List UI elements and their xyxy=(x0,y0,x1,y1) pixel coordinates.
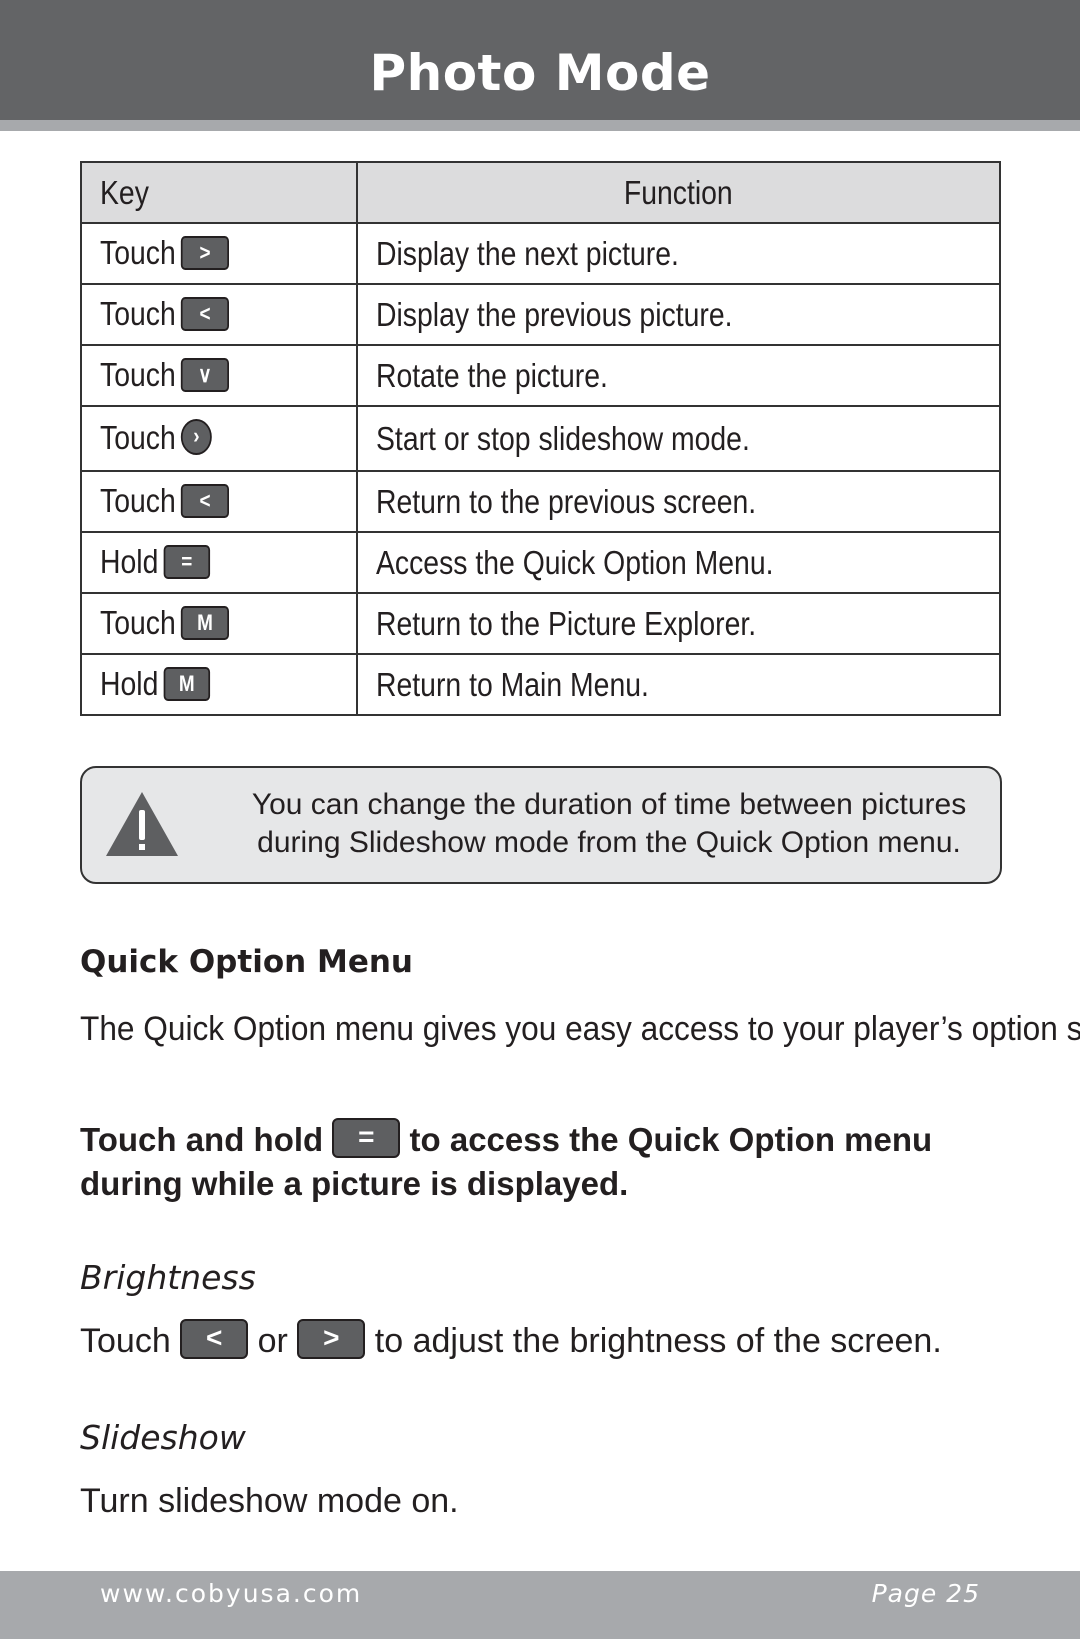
table-row: Touch ∨ Rotate the picture. xyxy=(80,344,1001,407)
menu-key-icon: = xyxy=(163,544,210,579)
function-cell: Access the Quick Option Menu. xyxy=(356,531,1001,594)
page-header: Photo Mode xyxy=(0,0,1080,120)
quick-option-intro: The Quick Option menu gives you easy acc… xyxy=(80,1010,1080,1048)
key-cell: Touch < xyxy=(80,283,358,346)
footer-url: www.cobyusa.com xyxy=(100,1579,363,1608)
brightness-text: Touch < or > to adjust the brightness of… xyxy=(80,1319,1060,1363)
table-row: Hold M Return to Main Menu. xyxy=(80,653,1001,716)
note-text: You can change the duration of time betw… xyxy=(251,788,967,859)
table-row: Hold = Access the Quick Option Menu. xyxy=(80,531,1001,594)
column-header-key: Key xyxy=(80,161,358,224)
page-footer: www.cobyusa.com Page 25 xyxy=(0,1571,1080,1639)
right-arrow-key-icon: > xyxy=(297,1319,366,1360)
function-cell: Return to the previous screen. xyxy=(356,470,1001,533)
down-arrow-key-icon: ∨ xyxy=(180,357,230,392)
table-header-row: Key Function xyxy=(80,161,1001,224)
function-cell: Start or stop slideshow mode. xyxy=(356,405,1001,472)
left-arrow-key-icon: < xyxy=(180,1319,249,1360)
function-cell: Return to the Picture Explorer. xyxy=(356,592,1001,655)
right-arrow-key-icon: > xyxy=(180,235,230,270)
key-cell: Touch M xyxy=(80,592,358,655)
slideshow-text: Turn slideshow mode on. xyxy=(80,1482,459,1520)
table-row: Touch > Display the next picture. xyxy=(80,222,1001,285)
menu-key-icon: = xyxy=(332,1118,401,1159)
play-circle-key-icon: › xyxy=(180,419,212,456)
function-cell: Return to Main Menu. xyxy=(356,653,1001,716)
header-divider xyxy=(0,120,1080,131)
table-row: Touch < Return to the previous screen. xyxy=(80,470,1001,533)
section-heading-quick-option-menu: Quick Option Menu xyxy=(80,944,413,980)
page-title: Photo Mode xyxy=(369,44,711,102)
left-arrow-key-icon: < xyxy=(180,483,230,518)
column-header-function: Function xyxy=(356,161,1001,224)
key-cell: Touch < xyxy=(80,470,358,533)
subheading-brightness: Brightness xyxy=(80,1258,256,1297)
key-cell: Hold = xyxy=(80,531,358,594)
function-cell: Rotate the picture. xyxy=(356,344,1001,407)
key-function-table: Key Function Touch > Display the next pic… xyxy=(80,161,1001,716)
subheading-slideshow: Slideshow xyxy=(80,1418,246,1457)
table-row: Touch › Start or stop slideshow mode. xyxy=(80,405,1001,472)
key-cell: Hold M xyxy=(80,653,358,716)
table-row: Touch M Return to the Picture Explorer. xyxy=(80,592,1001,655)
function-cell: Display the previous picture. xyxy=(356,283,1001,346)
key-cell: Touch ∨ xyxy=(80,344,358,407)
key-cell: Touch › xyxy=(80,405,358,472)
note-box: You can change the duration of time betw… xyxy=(80,766,1002,884)
m-key-icon: M xyxy=(180,605,230,640)
m-key-icon: M xyxy=(163,666,210,701)
page-number: Page 25 xyxy=(871,1579,980,1608)
table-row: Touch < Display the previous picture. xyxy=(80,283,1001,346)
left-arrow-key-icon: < xyxy=(180,296,230,331)
warning-icon xyxy=(106,792,178,856)
key-cell: Touch > xyxy=(80,222,358,285)
function-cell: Display the next picture. xyxy=(356,222,1001,285)
quick-option-instruction: Touch and hold = to access the Quick Opt… xyxy=(80,1118,1040,1205)
